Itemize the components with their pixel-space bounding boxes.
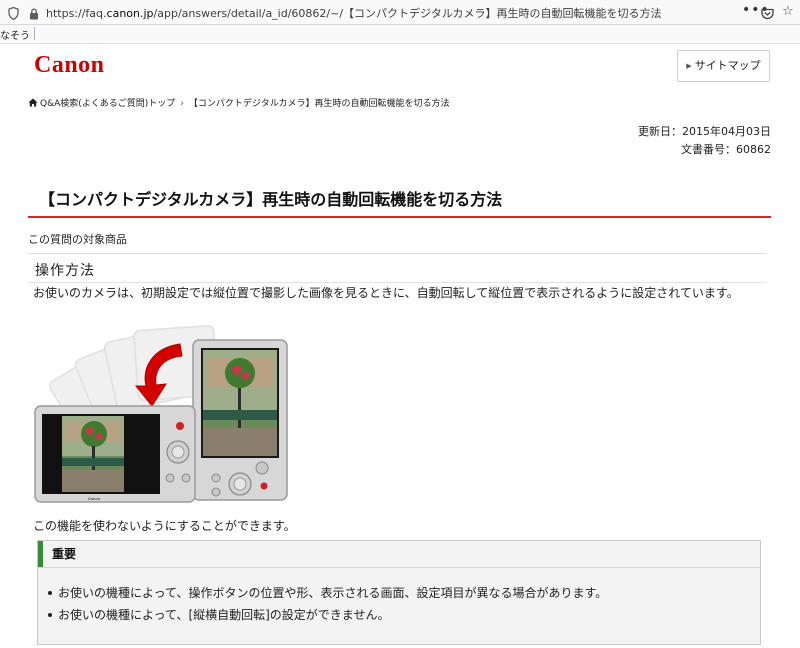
- important-divider: [38, 567, 760, 568]
- updated-date: 更新日：2015年04月03日: [638, 125, 771, 138]
- important-notice-box: 重要 お使いの機種によって、操作ボタンの位置や形、表示される画面、設定項目が異な…: [37, 540, 761, 645]
- important-item-text: お使いの機種によって、操作ボタンの位置や形、表示される画面、設定項目が異なる場合…: [58, 586, 608, 600]
- tracking-shield-icon[interactable]: [8, 5, 19, 24]
- canon-logo[interactable]: Canon: [34, 52, 105, 79]
- camera-rotation-svg: Canon: [34, 324, 288, 503]
- camera-horizontal: Canon: [34, 405, 196, 503]
- important-list-item: お使いの機種によって、操作ボタンの位置や形、表示される画面、設定項目が異なる場合…: [38, 582, 607, 604]
- sitemap-label: サイトマップ: [694, 59, 761, 72]
- triangle-right-icon: ▶: [686, 62, 692, 70]
- important-item-text: お使いの機種によって、[縦横自動回転]の設定ができません。: [58, 608, 390, 622]
- camera-rotation-illustration: Canon: [32, 318, 292, 506]
- url-suffix: /app/answers/detail/a_id/60862/~/【コンパクトデ…: [153, 7, 662, 20]
- important-list: お使いの機種によって、操作ボタンの位置や形、表示される画面、設定項目が異なる場合…: [38, 582, 607, 626]
- divider: [28, 282, 766, 283]
- camera-brand-label: Canon: [88, 496, 101, 501]
- bookmarks-bar: なそう: [0, 25, 800, 44]
- url-text[interactable]: https://faq.canon.jp/app/answers/detail/…: [46, 5, 736, 21]
- browser-url-bar: https://faq.canon.jp/app/answers/detail/…: [0, 0, 800, 25]
- url-prefix: https://faq.: [46, 7, 107, 20]
- breadcrumb-separator: ›: [180, 99, 184, 109]
- breadcrumb-item-current: 【コンパクトデジタルカメラ】再生時の自動回転機能を切る方法: [188, 99, 450, 109]
- can-disable-text: この機能を使わないようにすることができます。: [33, 519, 296, 533]
- divider: [28, 253, 766, 254]
- lock-icon[interactable]: [29, 5, 39, 24]
- section-heading: 操作方法: [35, 263, 95, 279]
- bookmark-item[interactable]: なそう: [0, 27, 30, 42]
- bullet-icon: [48, 612, 52, 617]
- important-heading: 重要: [52, 547, 77, 561]
- camera-vertical: [192, 339, 288, 501]
- important-list-item: お使いの機種によって、[縦横自動回転]の設定ができません。: [38, 604, 607, 626]
- title-divider: [28, 216, 771, 218]
- target-products-label: この質問の対象商品: [28, 233, 127, 246]
- article-body: お使いのカメラは、初期設定では縦位置で撮影した画像を見るときに、自動回転して縦位…: [33, 286, 739, 300]
- home-icon: [28, 98, 38, 110]
- page-title: 【コンパクトデジタルカメラ】再生時の自動回転機能を切る方法: [39, 190, 503, 209]
- url-domain: canon.jp: [106, 7, 154, 20]
- document-number: 文書番号：60862: [681, 143, 771, 156]
- bookmark-star-icon[interactable]: ☆: [782, 4, 794, 19]
- bookmarks-separator: [34, 27, 35, 40]
- breadcrumb: Q&A検索(よくあるご質問)トップ › 【コンパクトデジタルカメラ】再生時の自動回転…: [28, 96, 449, 110]
- pocket-icon[interactable]: [761, 5, 774, 24]
- important-accent-bar: [38, 541, 43, 567]
- breadcrumb-item-top[interactable]: Q&A検索(よくあるご質問)トップ: [40, 99, 175, 109]
- bullet-icon: [48, 590, 52, 595]
- sitemap-button[interactable]: ▶ サイトマップ: [677, 50, 770, 82]
